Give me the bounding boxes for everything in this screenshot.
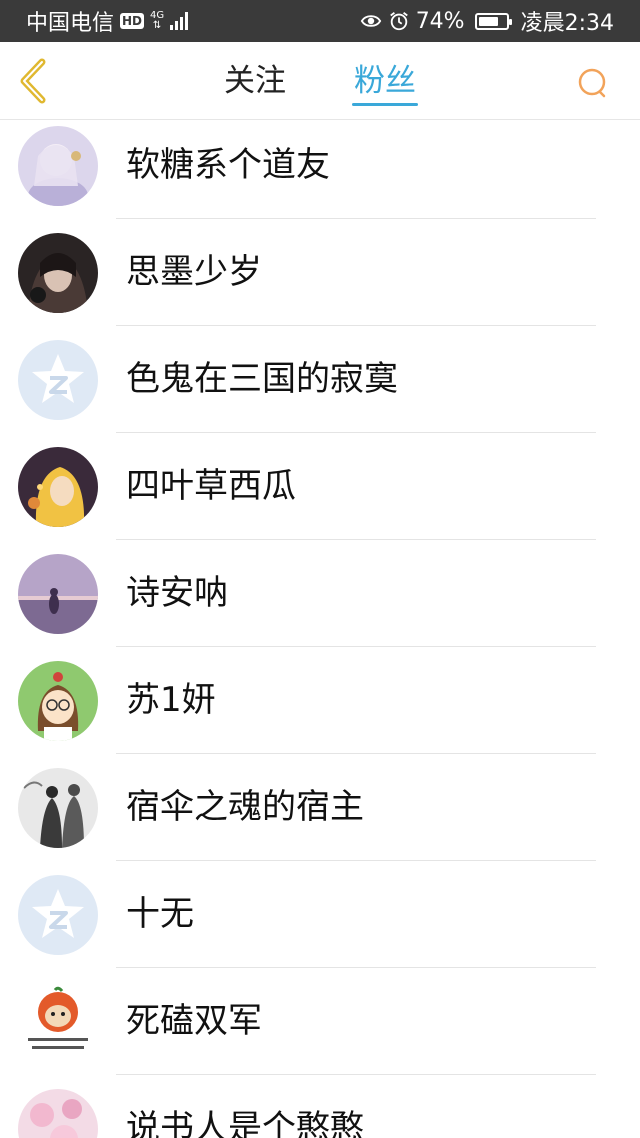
fan-name: 十无 (126, 894, 194, 934)
carrier-label: 中国电信 (26, 11, 115, 36)
avatar (18, 768, 98, 848)
avatar (18, 447, 98, 527)
hd-badge: HD (120, 13, 145, 29)
avatar (18, 661, 98, 741)
list-item[interactable]: 苏1妍 (0, 647, 640, 754)
top-nav-bar: 关注 粉丝 (0, 42, 640, 120)
search-button[interactable] (576, 66, 610, 100)
fan-name: 思墨少岁 (126, 252, 262, 292)
battery-icon (474, 12, 512, 30)
fan-list: 软糖系个道友 思墨少岁 色鬼在三国的寂寞 四叶草西瓜 诗安呐 苏1妍 宿伞之魂的… (0, 112, 640, 1138)
eye-icon (360, 15, 381, 27)
avatar (18, 875, 98, 955)
data-arrows-icon: ⇅ (152, 20, 162, 31)
fan-name: 色鬼在三国的寂寞 (126, 359, 398, 399)
alarm-icon (389, 12, 408, 31)
list-item[interactable]: 色鬼在三国的寂寞 (0, 326, 640, 433)
status-right: 74% 凌晨2:34 (360, 5, 614, 37)
status-left: 中国电信 HD 4G ⇅ (26, 5, 189, 37)
fan-name: 四叶草西瓜 (126, 466, 296, 506)
avatar (18, 982, 98, 1062)
signal-icon (170, 12, 189, 30)
fan-name: 死磕双军 (126, 1001, 262, 1041)
tab-bar: 关注 粉丝 (0, 42, 640, 120)
network-indicator: 4G ⇅ (150, 11, 164, 31)
avatar (18, 340, 98, 420)
fan-name: 宿伞之魂的宿主 (126, 787, 364, 827)
fan-name: 说书人是个憨憨 (126, 1108, 364, 1138)
fan-name: 诗安呐 (126, 573, 228, 613)
fan-name: 苏1妍 (126, 680, 216, 720)
list-item[interactable]: 诗安呐 (0, 540, 640, 647)
search-icon (578, 68, 606, 98)
tab-following[interactable]: 关注 (222, 42, 288, 120)
avatar (18, 233, 98, 313)
list-item[interactable]: 死磕双军 (0, 968, 640, 1075)
list-item[interactable]: 四叶草西瓜 (0, 433, 640, 540)
avatar (18, 126, 98, 206)
battery-percent: 74% (415, 8, 465, 34)
list-item[interactable]: 说书人是个憨憨 (0, 1075, 640, 1138)
fan-name: 软糖系个道友 (126, 145, 330, 185)
avatar (18, 1089, 98, 1138)
list-item[interactable]: 宿伞之魂的宿主 (0, 754, 640, 861)
list-item[interactable]: 思墨少岁 (0, 219, 640, 326)
list-item[interactable]: 十无 (0, 861, 640, 968)
battery-fill (478, 16, 498, 26)
status-bar: 中国电信 HD 4G ⇅ 74% 凌晨2:34 (0, 0, 640, 42)
clock: 凌晨2:34 (520, 11, 614, 36)
avatar (18, 554, 98, 634)
list-item[interactable]: 软糖系个道友 (0, 112, 640, 219)
tab-fans[interactable]: 粉丝 (352, 42, 418, 120)
